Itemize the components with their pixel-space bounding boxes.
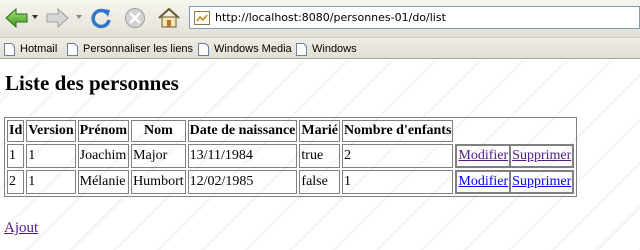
forward-arrow-icon <box>46 7 69 29</box>
stop-icon <box>125 8 145 28</box>
cell-date-de-naissance: 13/11/1984 <box>187 144 298 168</box>
cell-modify: Modifier <box>456 171 511 193</box>
back-button[interactable] <box>4 5 30 31</box>
table-row: 2 1 Mélanie Humbort 12/02/1985 false 1 M… <box>7 170 575 194</box>
document-icon <box>67 42 78 56</box>
reload-icon <box>91 8 111 29</box>
page-icon <box>193 9 210 26</box>
bookmark-windows[interactable]: Windows <box>296 41 357 57</box>
bookmarks-toolbar: Hotmail Personnaliser les liens Windows … <box>0 37 640 59</box>
cell-actions: Modifier Supprimer <box>455 144 575 168</box>
cell-id: 2 <box>7 170 25 194</box>
delete-link[interactable]: Supprimer <box>512 174 571 189</box>
table-header-row: Id Version Prénom Nom Date de naissance … <box>7 120 574 142</box>
home-button[interactable] <box>156 5 182 31</box>
cell-date-de-naissance: 12/02/1985 <box>187 170 298 194</box>
cell-delete: Supprimer <box>510 145 574 167</box>
forward-button[interactable] <box>44 5 70 31</box>
cell-nombre-enfants: 2 <box>341 144 454 168</box>
page-title: Liste des personnes <box>5 71 179 95</box>
reload-button[interactable] <box>88 5 114 31</box>
page-content: Liste des personnes Id Version Prénom No… <box>0 60 640 250</box>
cell-prenom: Mélanie <box>77 170 130 194</box>
modify-link[interactable]: Modifier <box>458 174 508 189</box>
navigation-toolbar: http://localhost:8080/personnes-01/do/li… <box>0 0 640 37</box>
cell-nom: Major <box>131 144 186 168</box>
cell-marie: false <box>299 170 340 194</box>
home-icon <box>158 7 180 28</box>
column-header-marie: Marié <box>299 120 340 142</box>
cell-marie: true <box>299 144 340 168</box>
bookmark-label: Windows Media <box>214 43 292 55</box>
bookmark-windows-media[interactable]: Windows Media <box>198 41 292 57</box>
document-icon <box>4 42 15 56</box>
table-row: 1 1 Joachim Major 13/11/1984 true 2 Modi… <box>7 144 575 168</box>
document-icon <box>296 42 307 56</box>
cell-version: 1 <box>26 144 76 168</box>
cell-nombre-enfants: 1 <box>341 170 454 194</box>
back-arrow-icon <box>5 7 28 29</box>
cell-delete: Supprimer <box>510 171 574 193</box>
column-header-actions <box>455 120 574 142</box>
bookmark-label: Personnaliser les liens <box>83 43 194 55</box>
address-url: http://localhost:8080/personnes-01/do/li… <box>215 11 446 24</box>
cell-version: 1 <box>26 170 76 194</box>
cell-nom: Humbort <box>131 170 186 194</box>
delete-link[interactable]: Supprimer <box>512 148 571 163</box>
modify-link[interactable]: Modifier <box>458 148 508 163</box>
column-header-prenom: Prénom <box>77 120 130 142</box>
cell-prenom: Joachim <box>77 144 130 168</box>
stop-button[interactable] <box>122 5 148 31</box>
cell-modify: Modifier <box>456 145 511 167</box>
bookmark-hotmail[interactable]: Hotmail <box>4 41 57 57</box>
column-header-nombre-enfants: Nombre d'enfants <box>341 120 454 142</box>
cell-id: 1 <box>7 144 25 168</box>
forward-history-chevron-down-icon[interactable] <box>76 15 82 19</box>
address-bar[interactable]: http://localhost:8080/personnes-01/do/li… <box>189 6 640 29</box>
document-icon <box>198 42 209 56</box>
bookmark-personnaliser-les-liens[interactable]: Personnaliser les liens <box>67 41 193 57</box>
column-header-version: Version <box>26 120 76 142</box>
column-header-nom: Nom <box>131 120 186 142</box>
persons-table: Id Version Prénom Nom Date de naissance … <box>4 117 578 197</box>
bookmark-label: Hotmail <box>20 43 58 55</box>
back-history-chevron-down-icon[interactable] <box>32 15 38 19</box>
bookmark-label: Windows <box>312 43 357 55</box>
add-person-link[interactable]: Ajout <box>4 220 38 237</box>
cell-actions: Modifier Supprimer <box>455 170 575 194</box>
column-header-date-de-naissance: Date de naissance <box>187 120 298 142</box>
column-header-id: Id <box>7 120 25 142</box>
